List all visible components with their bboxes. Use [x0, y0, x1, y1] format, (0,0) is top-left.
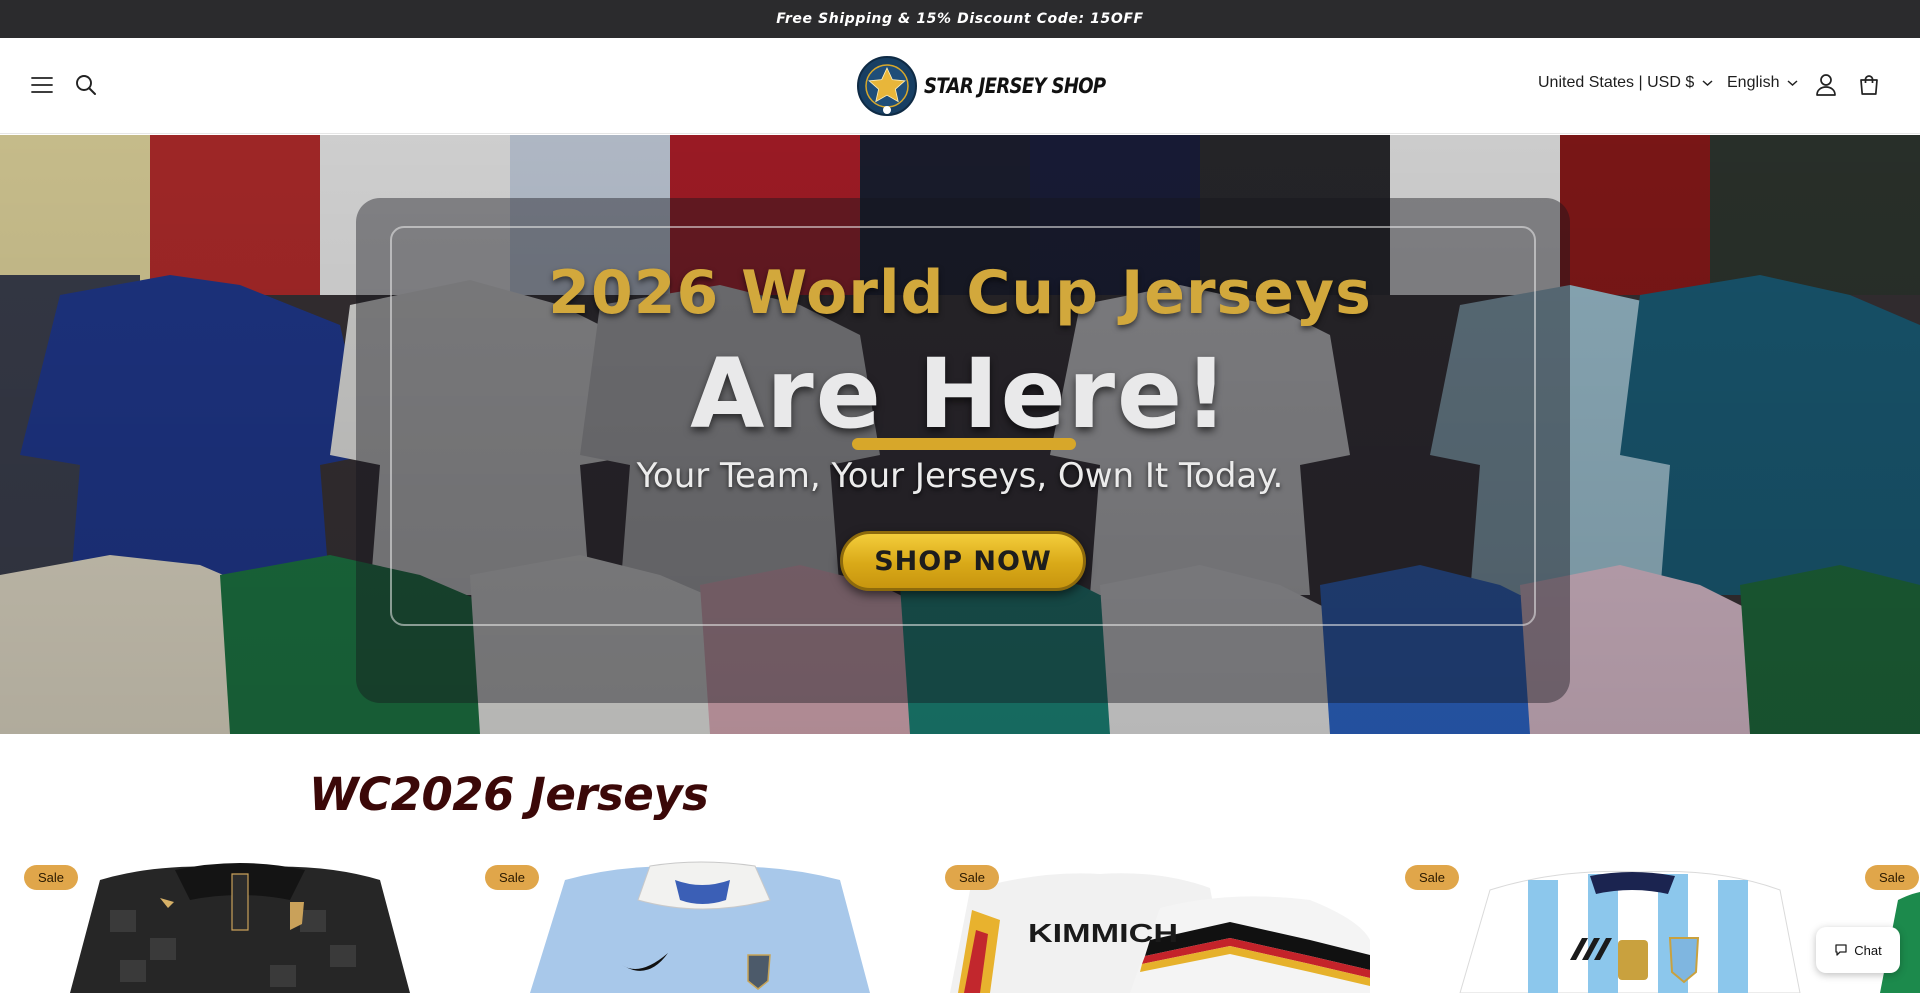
sale-badge: Sale — [1865, 865, 1920, 890]
hero-headline: 2026 World Cup Jerseys — [548, 258, 1372, 328]
product-card[interactable] — [1400, 860, 1840, 993]
hero-banner[interactable]: 2026 World Cup Jerseys Are Here! Your Te… — [0, 135, 1920, 734]
sale-badge: Sale — [945, 865, 1000, 890]
announcement-bar: Free Shipping & 15% Discount Code: 15OFF — [0, 0, 1920, 38]
collection-title: WC2026 Jerseys — [309, 768, 709, 821]
language-selector[interactable]: English — [1727, 74, 1798, 92]
menu-icon[interactable] — [28, 71, 56, 99]
sale-badge: Sale — [24, 865, 79, 890]
chevron-down-icon — [1702, 80, 1713, 87]
shop-now-button[interactable]: SHOP NOW — [840, 531, 1086, 591]
site-header: STAR JERSEY SHOP United States | USD $ E… — [0, 38, 1920, 134]
chat-icon — [1835, 944, 1847, 956]
currency-label: United States | USD $ — [1538, 74, 1695, 91]
hero-subheadline: Are Here! — [690, 338, 1230, 450]
store-logo[interactable]: STAR JERSEY SHOP — [856, 54, 1135, 118]
hero-tagline: Your Team, Your Jerseys, Own It Today. — [636, 456, 1284, 496]
hero-underline — [852, 438, 1076, 450]
logo-badge-icon — [857, 56, 917, 116]
account-icon[interactable] — [1812, 71, 1840, 99]
sale-badge: Sale — [1405, 865, 1460, 890]
country-currency-selector[interactable]: United States | USD $ — [1538, 74, 1713, 92]
chat-button[interactable]: Chat — [1816, 927, 1900, 973]
logo-text: STAR JERSEY SHOP — [924, 74, 1106, 98]
announcement-text: Free Shipping & 15% Discount Code: 15OFF — [776, 11, 1144, 27]
search-icon[interactable] — [72, 71, 100, 99]
product-print-text: KIMMICH — [1028, 918, 1178, 948]
sale-badge: Sale — [485, 865, 540, 890]
chat-label: Chat — [1854, 942, 1882, 958]
chevron-down-icon — [1787, 80, 1798, 87]
language-label: English — [1727, 74, 1780, 91]
shop-now-label: SHOP NOW — [874, 545, 1052, 577]
cart-icon[interactable] — [1855, 71, 1883, 99]
product-image — [1459, 870, 1801, 993]
